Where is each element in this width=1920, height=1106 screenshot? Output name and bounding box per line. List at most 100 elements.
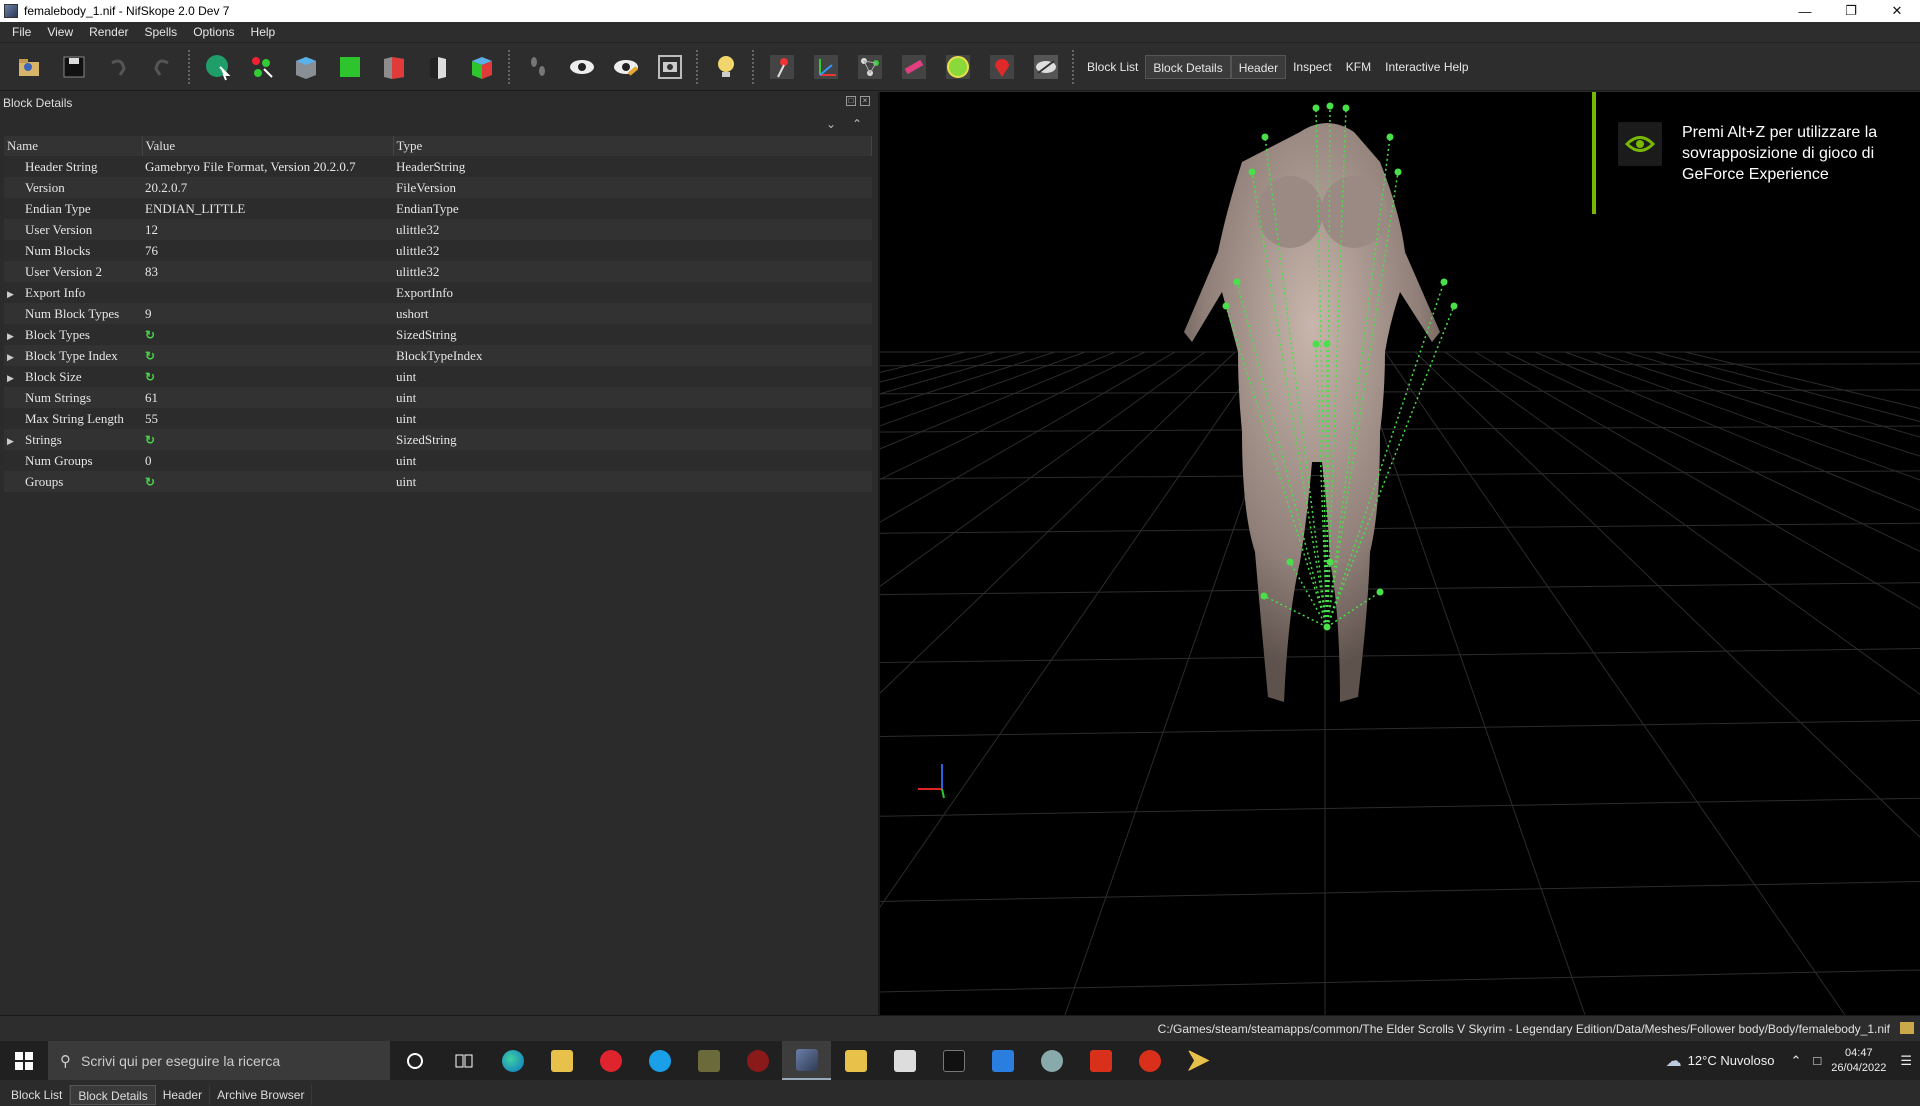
app-taskbar-button[interactable]	[1174, 1041, 1223, 1080]
app-taskbar-button[interactable]	[1027, 1041, 1076, 1080]
weather-cloud-icon[interactable]: ☁	[1666, 1051, 1682, 1071]
network-icon[interactable]: □	[1813, 1053, 1821, 1068]
row-name-cell[interactable]: User Version	[4, 219, 142, 240]
bone-node[interactable]	[1233, 278, 1241, 286]
tab-block-details[interactable]: Block Details	[70, 1085, 156, 1105]
row-value-cell[interactable]: 9	[142, 303, 393, 324]
bone-node[interactable]	[1312, 104, 1320, 112]
cortana-button[interactable]	[390, 1041, 439, 1080]
row-value-cell[interactable]: 20.2.0.7	[142, 177, 393, 198]
row-value-cell[interactable]: ↻	[142, 345, 393, 366]
close-icon[interactable]: ✕	[1874, 0, 1920, 22]
table-row[interactable]: Groups ↻ uint	[4, 471, 872, 492]
table-row[interactable]: User Version 12 ulittle32	[4, 219, 872, 240]
row-value-cell[interactable]: 12	[142, 219, 393, 240]
refresh-icon[interactable]: ↻	[145, 370, 155, 384]
bone-node[interactable]	[1286, 558, 1294, 566]
nifskope-taskbar-button[interactable]	[782, 1041, 831, 1080]
chevron-down-icon[interactable]: ⌄	[826, 117, 836, 131]
expand-arrow-icon[interactable]: ▶	[7, 289, 25, 300]
row-value-cell[interactable]: ↻	[142, 324, 393, 345]
clock[interactable]: 04:47 26/04/2022	[1831, 1046, 1886, 1076]
edge-taskbar-button[interactable]	[488, 1041, 537, 1080]
menu-spells[interactable]: Spells	[137, 22, 186, 43]
refresh-icon[interactable]: ↻	[145, 433, 155, 447]
row-value-cell[interactable]: 76	[142, 240, 393, 261]
table-row[interactable]: Header String Gamebryo File Format, Versi…	[4, 156, 872, 177]
row-value-cell[interactable]: ↻	[142, 429, 393, 450]
chevron-up-icon[interactable]: ⌃	[852, 117, 862, 131]
column-header-name[interactable]: Name	[4, 136, 143, 156]
app-taskbar-button[interactable]	[880, 1041, 929, 1080]
refresh-icon[interactable]: ↻	[145, 349, 155, 363]
table-row[interactable]: ▶ Block Types ↻ SizedString	[4, 324, 872, 345]
bone-node[interactable]	[1326, 558, 1334, 566]
row-name-cell[interactable]: Header String	[4, 156, 142, 177]
toolbar-tab-inspect[interactable]: Inspect	[1286, 55, 1339, 79]
row-value-cell[interactable]: 55	[142, 408, 393, 429]
root-bone-node[interactable]	[1323, 623, 1331, 631]
open-button[interactable]	[11, 48, 49, 86]
table-row[interactable]: Num Groups 0 uint	[4, 450, 872, 471]
taskbar-search-box[interactable]: ⚲ Scrivi qui per eseguire la ricerca	[48, 1041, 390, 1080]
row-name-cell[interactable]: Num Block Types	[4, 303, 142, 324]
row-name-cell[interactable]: Num Strings	[4, 387, 142, 408]
redo-button[interactable]	[143, 48, 181, 86]
bone-node[interactable]	[1440, 278, 1448, 286]
row-value-cell[interactable]: ↻	[142, 471, 393, 492]
bone-node[interactable]	[1326, 102, 1334, 110]
show-hidden-button[interactable]	[563, 48, 601, 86]
bone-node[interactable]	[1394, 168, 1402, 176]
3d-viewport[interactable]	[880, 92, 1920, 1015]
column-header-type[interactable]: Type	[393, 136, 872, 156]
toolbar-tab-block-details[interactable]: Block Details	[1145, 54, 1231, 79]
show-furniture-button[interactable]	[983, 48, 1021, 86]
toolbar-tab-kfm[interactable]: KFM	[1339, 55, 1378, 79]
row-value-cell[interactable]: ENDIAN_LITTLE	[142, 198, 393, 219]
row-name-cell[interactable]: Num Groups	[4, 450, 142, 471]
table-row[interactable]: Num Blocks 76 ulittle32	[4, 240, 872, 261]
app-taskbar-button[interactable]	[733, 1041, 782, 1080]
table-row[interactable]: Num Block Types 9 ushort	[4, 303, 872, 324]
notification-icon[interactable]: ☰	[1900, 1053, 1912, 1069]
app-taskbar-button[interactable]	[1076, 1041, 1125, 1080]
weather-text[interactable]: 12°C Nuvoloso	[1688, 1053, 1775, 1068]
row-name-cell[interactable]: ▶ Block Type Index	[4, 345, 142, 366]
select-object-button[interactable]	[199, 48, 237, 86]
show-constraints-button[interactable]	[895, 48, 933, 86]
show-axes-button[interactable]	[807, 48, 845, 86]
menu-help[interactable]: Help	[243, 22, 284, 43]
expand-arrow-icon[interactable]: ▶	[7, 331, 25, 342]
minimize-icon[interactable]: —	[1782, 0, 1828, 22]
row-name-cell[interactable]: User Version 2	[4, 261, 142, 282]
row-name-cell[interactable]: Version	[4, 177, 142, 198]
save-button[interactable]	[55, 48, 93, 86]
start-button[interactable]	[0, 1041, 48, 1080]
table-row[interactable]: User Version 2 83 ulittle32	[4, 261, 872, 282]
select-vertex-button[interactable]	[243, 48, 281, 86]
toolbar-tab-interactive-help[interactable]: Interactive Help	[1378, 55, 1475, 79]
row-value-cell[interactable]: 83	[142, 261, 393, 282]
table-row[interactable]: ▶ Export Info ExportInfo	[4, 282, 872, 303]
expand-arrow-icon[interactable]: ▶	[7, 373, 25, 384]
column-header-value[interactable]: Value	[142, 136, 394, 156]
float-icon[interactable]: □	[846, 96, 856, 106]
walk-mode-button[interactable]	[519, 48, 557, 86]
toolbar-tab-block-list[interactable]: Block List	[1080, 55, 1145, 79]
bone-node[interactable]	[1222, 302, 1230, 310]
expand-arrow-icon[interactable]: ▶	[7, 436, 25, 447]
restore-icon[interactable]: ❐	[1828, 0, 1874, 22]
view-solid-button[interactable]	[287, 48, 325, 86]
chevron-up-icon[interactable]: ⌃	[1791, 1053, 1802, 1069]
show-nodes-button[interactable]	[607, 48, 645, 86]
bone-node[interactable]	[1312, 340, 1320, 348]
opera-taskbar-button[interactable]	[586, 1041, 635, 1080]
row-value-cell[interactable]	[142, 282, 393, 303]
task-view-button[interactable]	[439, 1041, 488, 1080]
bone-node[interactable]	[1342, 104, 1350, 112]
view-front-button[interactable]	[331, 48, 369, 86]
refresh-icon[interactable]: ↻	[145, 328, 155, 342]
undo-button[interactable]	[99, 48, 137, 86]
skype-taskbar-button[interactable]	[635, 1041, 684, 1080]
bone-node[interactable]	[1376, 588, 1384, 596]
